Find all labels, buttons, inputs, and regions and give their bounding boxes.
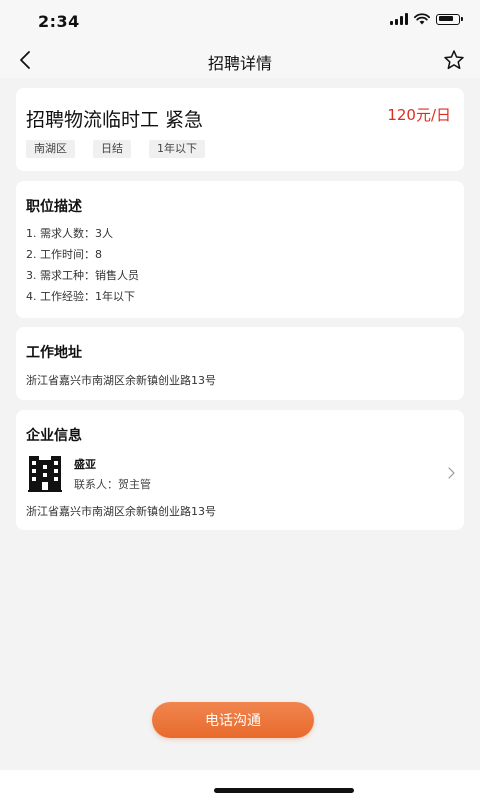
- job-summary-card: 招聘物流临时工 紧急 120元/日 南湖区 日结 1年以下: [16, 88, 464, 171]
- description-list: 1. 需求人数：3人 2. 工作时间：8 3. 需求工种：销售人员 4. 工作经…: [26, 223, 139, 307]
- tag-payment: 日结: [93, 140, 131, 158]
- status-bar: 2:34: [0, 0, 480, 44]
- nav-bar: 招聘详情: [0, 44, 480, 78]
- company-info-card[interactable]: 企业信息 盛亚 联系人：贺主管 浙江省嘉兴市南湖区余新镇创业路13号: [16, 410, 464, 530]
- company-contact: 联系人：贺主管: [74, 478, 151, 491]
- description-heading: 职位描述: [26, 199, 82, 215]
- signal-icon: [390, 13, 408, 25]
- home-indicator[interactable]: [214, 788, 354, 793]
- battery-level: [438, 16, 453, 21]
- work-address-heading: 工作地址: [26, 345, 82, 361]
- description-item: 2. 工作时间：8: [26, 248, 102, 261]
- job-tags: 南湖区 日结 1年以下: [26, 140, 223, 158]
- job-title: 招聘物流临时工 紧急: [26, 109, 204, 131]
- building-icon: [28, 456, 62, 492]
- job-description-card: 职位描述 1. 需求人数：3人 2. 工作时间：8 3. 需求工种：销售人员 4…: [16, 181, 464, 318]
- status-time: 2:34: [38, 12, 80, 31]
- description-item: 4. 工作经验：1年以下: [26, 290, 135, 303]
- wifi-icon: [414, 13, 430, 25]
- star-outline-icon[interactable]: [442, 48, 466, 72]
- tag-experience: 1年以下: [149, 140, 205, 158]
- company-heading: 企业信息: [26, 428, 82, 444]
- description-item: 3. 需求工种：销售人员: [26, 269, 139, 282]
- status-icons: [390, 13, 463, 25]
- company-name: 盛亚: [74, 458, 96, 471]
- work-address-text: 浙江省嘉兴市南湖区余新镇创业路13号: [26, 374, 216, 387]
- company-address: 浙江省嘉兴市南湖区余新镇创业路13号: [26, 505, 216, 518]
- work-address-card: 工作地址 浙江省嘉兴市南湖区余新镇创业路13号: [16, 327, 464, 400]
- battery-icon: [436, 13, 463, 25]
- job-salary: 120元/日: [387, 106, 451, 124]
- chevron-right-icon[interactable]: [446, 466, 456, 480]
- page-title: 招聘详情: [207, 54, 272, 73]
- description-item: 1. 需求人数：3人: [26, 227, 113, 240]
- call-button[interactable]: 电话沟通: [152, 702, 314, 738]
- bottom-bar: [0, 770, 480, 800]
- tag-district: 南湖区: [26, 140, 75, 158]
